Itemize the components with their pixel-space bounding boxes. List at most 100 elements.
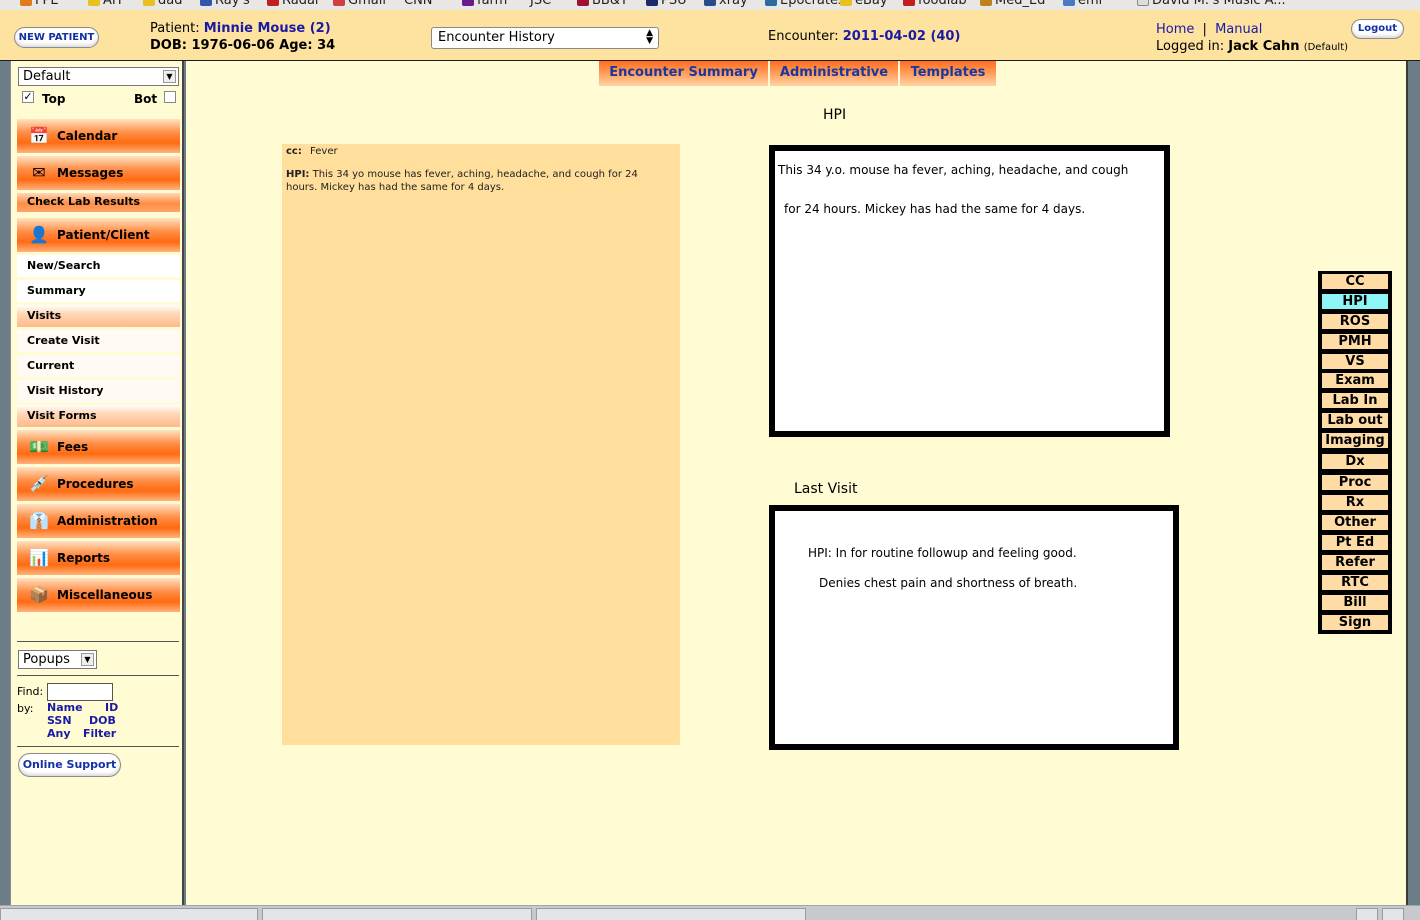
patient-dob: DOB: 1976-06-06 Age: 34 bbox=[150, 38, 336, 53]
top-checkbox[interactable]: ✓ bbox=[22, 91, 34, 103]
hpi-text-box[interactable]: This 34 y.o. mouse ha fever, aching, hea… bbox=[769, 145, 1170, 437]
nav-pmh[interactable]: PMH bbox=[1321, 333, 1389, 350]
page-icon bbox=[1137, 0, 1149, 6]
find-by-id-link[interactable]: ID bbox=[105, 701, 118, 714]
nav-sign[interactable]: Sign bbox=[1321, 614, 1389, 631]
menu-check-lab-results[interactable]: Check Lab Results bbox=[17, 193, 180, 212]
bookmarks-bar: FPE AH dad Ray's Radar Gmail CNN farm JS… bbox=[0, 0, 1420, 10]
menu-procedures[interactable]: 💉 Procedures bbox=[17, 467, 180, 501]
new-patient-button[interactable]: NEW PATIENT bbox=[14, 27, 99, 48]
nav-dx[interactable]: Dx bbox=[1321, 453, 1389, 470]
bookmark-item[interactable]: FPE bbox=[20, 0, 59, 8]
nav-cc[interactable]: CC bbox=[1321, 273, 1389, 290]
taskbar-item[interactable] bbox=[262, 908, 532, 920]
nav-lab-in[interactable]: Lab In bbox=[1321, 392, 1389, 409]
bookmark-item[interactable]: JSC bbox=[530, 0, 551, 8]
bookmark-item[interactable]: foodlab bbox=[903, 0, 967, 8]
bookmark-item[interactable]: BB&T bbox=[577, 0, 628, 8]
bookmark-item[interactable]: emr bbox=[1063, 0, 1104, 8]
find-by-dob-link[interactable]: DOB bbox=[89, 714, 116, 727]
menu-summary[interactable]: Summary bbox=[17, 280, 180, 302]
nav-other[interactable]: Other bbox=[1321, 514, 1389, 531]
encounter-select-value: Encounter History bbox=[438, 30, 555, 45]
taskbar-button[interactable] bbox=[1382, 908, 1404, 920]
bookmark-item[interactable]: Radar bbox=[267, 0, 320, 8]
psu-icon bbox=[646, 0, 658, 6]
menu-create-visit[interactable]: Create Visit bbox=[17, 330, 180, 352]
find-by-name-link[interactable]: Name bbox=[47, 701, 83, 714]
online-support-button[interactable]: Online Support bbox=[18, 753, 121, 777]
menu-patient-client[interactable]: 👤 Patient/Client bbox=[17, 218, 180, 252]
bookmark-item[interactable]: AH bbox=[88, 0, 122, 8]
menu-reports[interactable]: 📊 Reports bbox=[17, 541, 180, 575]
logged-in-label: Logged in: bbox=[1156, 39, 1225, 54]
menu-fees[interactable]: 💵 Fees bbox=[17, 430, 180, 464]
bookmark-item[interactable]: CNN bbox=[404, 0, 433, 8]
bookmark-item[interactable]: Epocrates bbox=[765, 0, 845, 8]
menu-messages[interactable]: ✉ Messages bbox=[17, 156, 180, 190]
find-input[interactable] bbox=[47, 683, 113, 701]
menu-current[interactable]: Current bbox=[17, 355, 180, 377]
bookmark-item[interactable]: Gmail bbox=[333, 0, 386, 8]
menu-label: Administration bbox=[57, 514, 158, 528]
nav-lab-out[interactable]: Lab out bbox=[1321, 412, 1389, 429]
menu-visits[interactable]: Visits bbox=[17, 305, 180, 327]
logout-button[interactable]: Logout bbox=[1351, 19, 1404, 39]
chevron-down-icon: ▼ bbox=[81, 653, 94, 666]
tab-administrative[interactable]: Administrative bbox=[770, 61, 898, 86]
encounter-summary-panel: cc: Fever HPI: This 34 yo mouse has feve… bbox=[282, 144, 680, 745]
top-label: Top bbox=[42, 92, 66, 106]
nav-pt-ed[interactable]: Pt Ed bbox=[1321, 534, 1389, 551]
nav-vs[interactable]: VS bbox=[1321, 353, 1389, 370]
left-navigation: Default ▼ ✓ Top Bot 📅 Calendar ✉ Message… bbox=[10, 61, 184, 905]
taskbar-item[interactable] bbox=[0, 908, 258, 920]
menu-visit-history[interactable]: Visit History bbox=[17, 380, 180, 402]
bookmark-item[interactable]: eBay bbox=[840, 0, 888, 8]
bookmark-item[interactable]: dad bbox=[143, 0, 182, 8]
nav-hpi[interactable]: HPI bbox=[1321, 293, 1389, 310]
taskbar-button[interactable] bbox=[1356, 908, 1378, 920]
select-arrows-icon: ▲ ▼ bbox=[646, 28, 653, 46]
menu-label: Miscellaneous bbox=[57, 588, 153, 602]
find-by-any-link[interactable]: Any bbox=[47, 727, 71, 740]
nav-refer[interactable]: Refer bbox=[1321, 554, 1389, 571]
encounter-link[interactable]: 2011-04-02 (40) bbox=[843, 29, 961, 44]
section-nav: CC HPI ROS PMH VS Exam Lab In Lab out Im… bbox=[1318, 271, 1392, 634]
bot-checkbox[interactable] bbox=[164, 91, 176, 103]
taskbar-item[interactable] bbox=[536, 908, 806, 920]
menu-calendar[interactable]: 📅 Calendar bbox=[17, 119, 180, 153]
menu-miscellaneous[interactable]: 📦 Miscellaneous bbox=[17, 578, 180, 612]
menu-visit-forms[interactable]: Visit Forms bbox=[17, 405, 180, 427]
last-visit-line-2: Denies chest pain and shortness of breat… bbox=[819, 576, 1078, 590]
lock-icon bbox=[980, 0, 992, 6]
encounter-history-select[interactable]: Encounter History ▲ ▼ bbox=[431, 27, 659, 49]
bookmark-item[interactable]: xray bbox=[704, 0, 748, 8]
last-visit-box: HPI: In for routine followup and feeling… bbox=[769, 505, 1179, 750]
bookmark-item[interactable]: Ray's bbox=[200, 0, 250, 8]
bookmark-item[interactable]: Med_Ed bbox=[980, 0, 1045, 8]
menu-new-search[interactable]: New/Search bbox=[17, 255, 180, 277]
nav-exam[interactable]: Exam bbox=[1321, 372, 1389, 389]
menu-administration[interactable]: 👔 Administration bbox=[17, 504, 180, 538]
bookmark-item[interactable]: farm bbox=[462, 0, 507, 8]
nav-rtc[interactable]: RTC bbox=[1321, 574, 1389, 591]
find-by-ssn-link[interactable]: SSN bbox=[47, 714, 72, 727]
home-link[interactable]: Home bbox=[1156, 22, 1194, 37]
tab-templates[interactable]: Templates bbox=[900, 61, 996, 86]
nav-bill[interactable]: Bill bbox=[1321, 594, 1389, 611]
find-filter-link[interactable]: Filter bbox=[83, 727, 116, 740]
view-select[interactable]: Default ▼ bbox=[18, 67, 179, 86]
patient-name-link[interactable]: Minnie Mouse (2) bbox=[204, 21, 331, 36]
nav-rx[interactable]: Rx bbox=[1321, 494, 1389, 511]
bookmark-item[interactable]: David M.'s Music A... bbox=[1137, 0, 1286, 8]
popups-select[interactable]: Popups ▼ bbox=[18, 650, 97, 669]
rss-icon bbox=[20, 0, 32, 6]
calendar-icon: 📅 bbox=[29, 126, 49, 145]
nav-imaging[interactable]: Imaging bbox=[1321, 432, 1389, 449]
nav-ros[interactable]: ROS bbox=[1321, 313, 1389, 330]
manual-link[interactable]: Manual bbox=[1215, 22, 1262, 37]
menu-label: Reports bbox=[57, 551, 111, 565]
bookmark-item[interactable]: PSU bbox=[646, 0, 687, 8]
tab-encounter-summary[interactable]: Encounter Summary bbox=[599, 61, 768, 86]
nav-proc[interactable]: Proc bbox=[1321, 474, 1389, 491]
